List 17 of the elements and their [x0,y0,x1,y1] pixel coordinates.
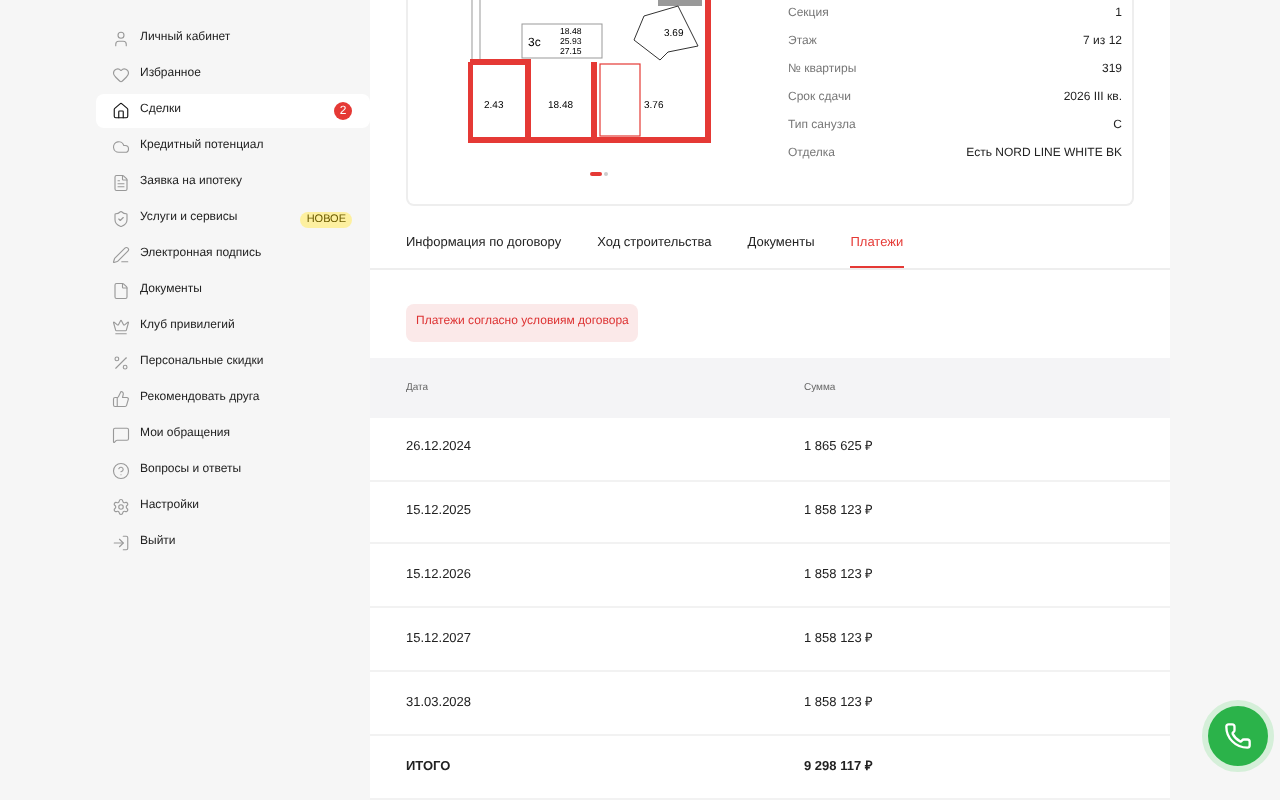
crown-icon [112,318,130,336]
house-icon [112,102,130,120]
document-icon [112,174,130,192]
thumbs-up-icon [112,390,130,408]
pen-icon [112,246,130,264]
percent-icon [112,354,130,372]
logout-icon [112,534,130,552]
heart-icon [112,66,130,84]
message-icon [112,426,130,444]
cloud-icon [112,138,130,156]
phone-icon [1224,722,1252,750]
user-icon [112,30,130,48]
settings-icon [112,498,130,516]
call-button[interactable] [1202,700,1274,772]
shield-icon [112,210,130,228]
help-icon [112,462,130,480]
file-icon [112,282,130,300]
